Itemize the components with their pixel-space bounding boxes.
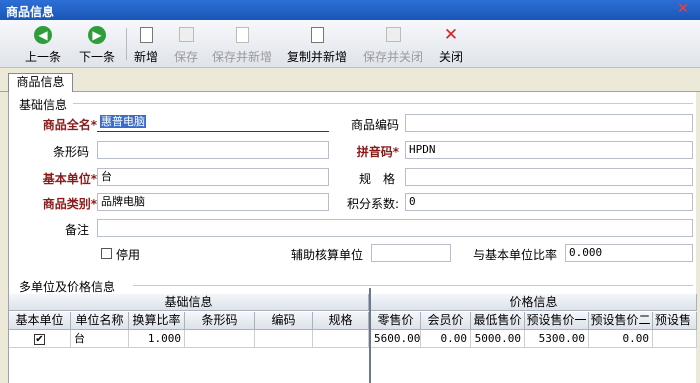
grid-group-splitter	[369, 288, 371, 383]
full-name-input[interactable]: 惠普电脑	[97, 114, 329, 132]
window-close-icon[interactable]: ✕	[674, 1, 692, 18]
copy-new-icon	[308, 26, 326, 44]
arrow-right-icon: ▶	[88, 26, 106, 44]
spec-label: 规 格	[358, 172, 395, 186]
save-close-icon	[384, 26, 402, 44]
barcode-label: 条形码	[52, 145, 89, 159]
new-label: 新增	[133, 50, 158, 64]
code-label: 商品编码	[350, 118, 399, 132]
tab-product-info[interactable]: 商品信息	[8, 73, 73, 92]
arrow-left-icon: ◀	[34, 26, 52, 44]
pinyin-label: 拼音码*	[356, 145, 399, 159]
tab-strip: 商品信息	[0, 68, 700, 92]
save-new-icon	[233, 26, 251, 44]
base-unit-label: 基本单位*	[42, 172, 97, 186]
close-label: 关闭	[438, 50, 463, 64]
save-and-close-button[interactable]: 保存并关闭	[360, 23, 426, 65]
table-cell[interactable]	[255, 330, 313, 348]
disabled-label: 停用	[116, 248, 141, 262]
aux-unit-label: 辅助核算单位	[290, 248, 363, 262]
base-unit-checkbox-checked[interactable]: ✔	[34, 334, 45, 345]
full-name-value: 惠普电脑	[100, 115, 146, 128]
column-header[interactable]: 规格	[313, 312, 369, 330]
save-and-new-button[interactable]: 保存并新增	[210, 23, 274, 65]
save-label: 保存	[173, 50, 198, 64]
category-label: 商品类别*	[42, 197, 97, 211]
copy-and-new-label: 复制并新增	[286, 50, 347, 64]
column-header[interactable]: 基本单位	[9, 312, 71, 330]
toolbar-separator	[126, 28, 127, 60]
pinyin-input[interactable]: HPDN	[405, 141, 693, 159]
column-header[interactable]: 编码	[255, 312, 313, 330]
prev-record-button[interactable]: ◀ 上一条	[18, 23, 68, 65]
disabled-checkbox[interactable]	[101, 248, 112, 259]
unit-price-grid: 基础信息 价格信息 基本单位 单位名称 换算比率 条形码 编码 规格 零售价 会…	[9, 288, 697, 383]
save-and-close-label: 保存并关闭	[362, 50, 423, 64]
column-header[interactable]: 换算比率	[129, 312, 185, 330]
aux-unit-input[interactable]	[371, 244, 451, 262]
save-icon	[177, 26, 195, 44]
remark-label: 备注	[64, 223, 89, 237]
group-header-basic: 基础信息	[9, 294, 369, 311]
ratio-input[interactable]: 0.000	[565, 244, 693, 262]
column-header[interactable]: 零售价	[371, 312, 421, 330]
column-header[interactable]: 预设售价一	[525, 312, 589, 330]
product-info-panel: 基础信息 商品全名* 惠普电脑 商品编码 条形码 拼音码* HPDN 基本单位*…	[8, 92, 697, 383]
column-header[interactable]: 单位名称	[71, 312, 129, 330]
full-name-label: 商品全名*	[42, 118, 97, 132]
close-button[interactable]: ✕ 关闭	[434, 23, 468, 65]
table-cell[interactable]: 0.00	[421, 330, 471, 348]
table-cell[interactable]: 5300.00	[525, 330, 589, 348]
table-cell[interactable]: 0.00	[589, 330, 653, 348]
copy-and-new-button[interactable]: 复制并新增	[282, 23, 352, 65]
save-button[interactable]: 保存	[168, 23, 204, 65]
barcode-input[interactable]	[97, 141, 329, 159]
table-cell[interactable]	[653, 330, 697, 348]
window-title: 商品信息	[6, 5, 55, 19]
table-cell[interactable]: 5000.00	[471, 330, 525, 348]
new-button[interactable]: 新增	[130, 23, 162, 65]
column-header[interactable]: 条形码	[185, 312, 255, 330]
column-header[interactable]: 会员价	[421, 312, 471, 330]
section-divider	[73, 103, 693, 104]
category-input[interactable]: 品牌电脑	[97, 193, 329, 211]
remark-input[interactable]	[97, 219, 693, 237]
code-input[interactable]	[405, 114, 693, 132]
table-cell[interactable]: 1.000	[129, 330, 185, 348]
base-unit-input[interactable]: 台	[97, 168, 329, 186]
table-cell[interactable]: 台	[71, 330, 129, 348]
column-header[interactable]: 预设售	[653, 312, 697, 330]
column-header[interactable]: 最低售价	[471, 312, 525, 330]
table-cell-is-base[interactable]: ✔	[9, 330, 71, 348]
toolbar: ◀ 上一条 ▶ 下一条 新增 保存 保存并新增 复制并新增 保存并关闭 ✕ 关闭	[0, 20, 700, 68]
table-cell[interactable]	[185, 330, 255, 348]
basic-info-section-title: 基础信息	[19, 98, 68, 112]
section-divider	[133, 285, 693, 286]
save-and-new-label: 保存并新增	[211, 50, 272, 64]
table-cell[interactable]	[313, 330, 369, 348]
new-doc-icon	[137, 26, 155, 44]
spec-input[interactable]	[405, 168, 693, 186]
ratio-label: 与基本单位比率	[472, 248, 557, 262]
column-header[interactable]: 预设售价二	[589, 312, 653, 330]
close-x-icon: ✕	[443, 25, 459, 45]
group-header-price: 价格信息	[371, 294, 697, 311]
window-title-bar: 商品信息 ✕	[0, 0, 700, 20]
next-record-button[interactable]: ▶ 下一条	[72, 23, 122, 65]
points-label: 积分系数:	[346, 197, 399, 211]
table-cell[interactable]: 5600.00	[371, 330, 421, 348]
prev-record-label: 上一条	[24, 50, 61, 64]
points-input[interactable]: 0	[405, 193, 693, 211]
next-record-label: 下一条	[78, 50, 115, 64]
